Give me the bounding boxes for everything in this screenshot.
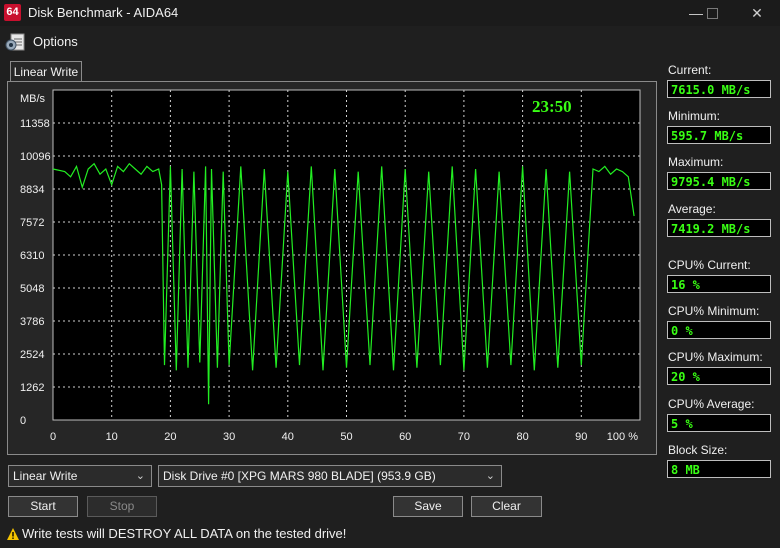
save-button[interactable]: Save [393,496,463,517]
x-tick-label: 60 [399,431,411,443]
window-title: Disk Benchmark - AIDA64 [28,5,179,20]
x-tick-label: 80 [516,431,528,443]
warning-icon [6,527,20,541]
close-button[interactable]: ✕ [742,3,772,23]
x-tick-label: 0 [50,431,56,443]
stat-label: Block Size: [668,443,728,457]
stat-value: 0 % [667,321,771,339]
y-tick-label: 3786 [20,316,44,328]
tab-linear-write[interactable]: Linear Write [10,61,82,82]
test-type-value: Linear Write [13,469,78,483]
x-tick-label: 30 [223,431,235,443]
stat-value: 7419.2 MB/s [667,219,771,237]
options-menu[interactable]: Options [33,34,78,49]
stat-value: 20 % [667,367,771,385]
stat-label: CPU% Average: [668,397,755,411]
stat-label: CPU% Minimum: [668,304,760,318]
stat-label: CPU% Current: [668,258,751,272]
y-tick-label: 2524 [20,349,44,361]
stat-value: 7615.0 MB/s [667,80,771,98]
benchmark-chart: 11358 10096 8834 7572 6310 5048 3786 2524 1262 0 M… [20,89,641,443]
x-tick-label: 10 [106,431,118,443]
aida64-app-icon: 64 [4,4,21,21]
elapsed-time: 23:50 [532,97,572,116]
y-tick-label: 10096 [20,151,51,163]
stat-label: Minimum: [668,109,721,123]
x-tick-label: 20 [164,431,176,443]
options-icon[interactable] [5,31,27,53]
maximize-button[interactable] [697,3,727,23]
x-tick-label: 40 [282,431,294,443]
stat-value: 8 MB [667,460,771,478]
x-tick-label: 50 [340,431,352,443]
y-tick-label: 5048 [20,283,44,295]
destroy-data-warning: Write tests will DESTROY ALL DATA on the… [22,526,347,541]
stat-value: 5 % [667,414,771,432]
y-tick-label: 7572 [20,217,44,229]
stat-value: 16 % [667,275,771,293]
chevron-down-icon: ⌄ [485,470,495,482]
y-tick-label: 11358 [20,118,50,130]
start-button[interactable]: Start [8,496,78,517]
stat-value: 595.7 MB/s [667,126,771,144]
stat-label: CPU% Maximum: [668,350,763,364]
x-tick-label: 70 [458,431,470,443]
test-type-select[interactable]: Linear Write ⌄ [8,465,152,487]
y-axis-label: MB/s [20,93,46,105]
y-tick-label: 1262 [20,382,44,394]
benchmark-chart-frame: 11358 10096 8834 7572 6310 5048 3786 2524 1262 0 M… [7,81,657,455]
stat-value: 9795.4 MB/s [667,172,771,190]
stat-label: Maximum: [668,155,724,169]
x-tick-label: 90 [575,431,587,443]
menu-bar [0,26,780,56]
x-tick-label: 100 % [607,431,638,443]
clear-button[interactable]: Clear [471,496,542,517]
chevron-down-icon: ⌄ [135,470,145,482]
stat-label: Current: [668,63,712,77]
drive-value: Disk Drive #0 [XPG MARS 980 BLADE] (953.… [163,469,436,483]
y-tick-label: 8834 [20,184,44,196]
maximize-icon [706,8,718,19]
drive-select[interactable]: Disk Drive #0 [XPG MARS 980 BLADE] (953.… [158,465,502,487]
stop-button[interactable]: Stop [87,496,157,517]
stat-label: Average: [668,202,716,216]
title-bar: 64 Disk Benchmark - AIDA64 — ✕ [0,0,780,26]
y-tick-label: 0 [20,415,26,427]
y-tick-label: 6310 [20,250,44,262]
